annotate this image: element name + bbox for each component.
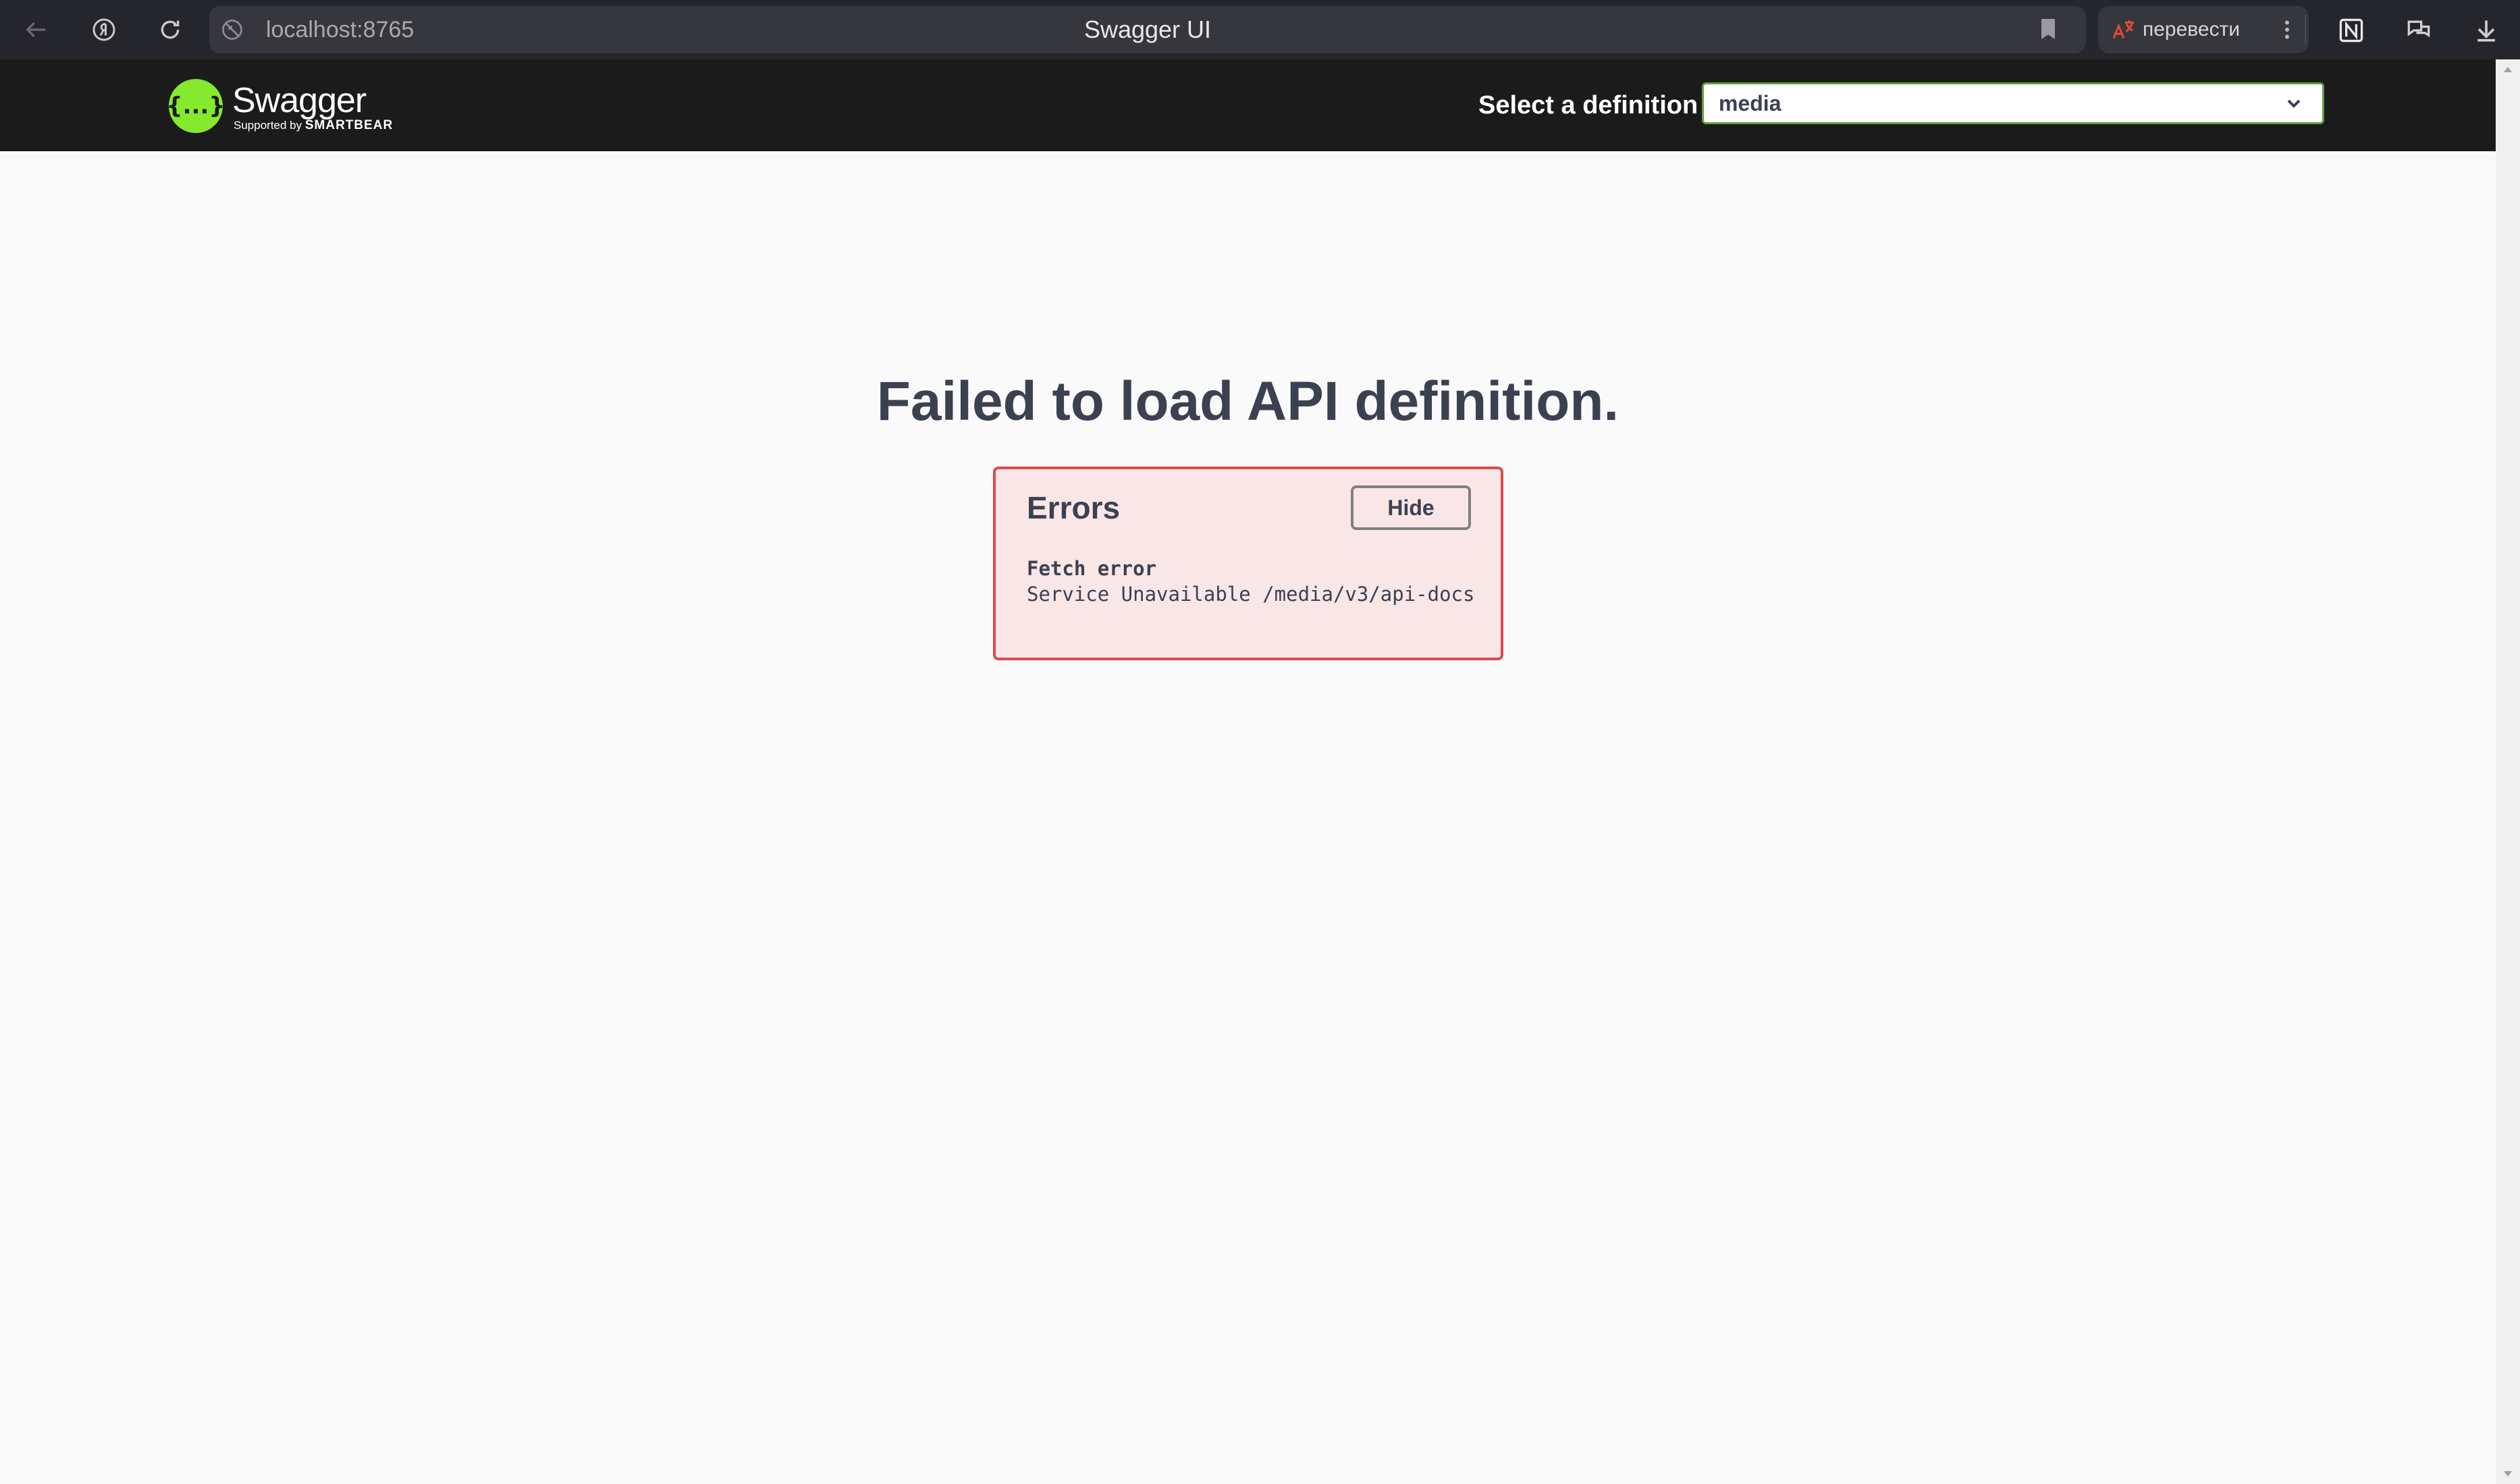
swagger-logo[interactable]: {...} Swagger Supported by SMARTBEAR [166, 76, 394, 136]
load-failure-title: Failed to load API definition. [876, 371, 1619, 432]
error-item-title: Fetch error [1027, 557, 1157, 580]
page-scrollbar[interactable] [2496, 59, 2520, 1484]
notion-icon[interactable] [2333, 12, 2369, 49]
swagger-logo-text: Swagger Supported by SMARTBEAR [232, 79, 394, 133]
translate-icon [2112, 20, 2134, 39]
swagger-topbar: {...} Swagger Supported by SMARTBEAR Sel… [0, 59, 2496, 151]
translate-label: перевести [2143, 18, 2241, 41]
browser-toolbar: localhost:8765 Swagger UI перевести [0, 0, 2520, 59]
error-item-message: Service Unavailable /media/v3/api-docs [1027, 583, 1475, 606]
scroll-down-arrow-icon[interactable] [2501, 1466, 2515, 1480]
toolbar-divider [2305, 15, 2306, 45]
swagger-logo-icon: {...} [166, 79, 225, 133]
errors-panel: Errors Hide Fetch error Service Unavaila… [993, 467, 1503, 660]
logo-tagline: Supported by SMARTBEAR [234, 118, 393, 133]
download-icon[interactable] [2468, 12, 2504, 49]
logo-tagline-prefix: Supported by [234, 119, 305, 132]
definition-select-value[interactable]: media [1719, 84, 1781, 122]
reload-icon[interactable] [150, 9, 190, 50]
definition-select[interactable]: media [1702, 82, 2324, 124]
address-bar[interactable]: localhost:8765 Swagger UI [209, 6, 2086, 53]
translate-button[interactable]: перевести [2098, 6, 2309, 53]
scroll-up-arrow-icon[interactable] [2501, 63, 2515, 77]
definition-label: Select a definition [1478, 91, 1698, 120]
chevron-down-icon[interactable] [2283, 92, 2305, 114]
more-menu-icon[interactable] [2275, 16, 2299, 43]
back-arrow-icon[interactable] [16, 9, 57, 50]
page-tab-title: Swagger UI [1083, 16, 1212, 43]
errors-heading: Errors [1027, 490, 1121, 525]
bookmark-icon[interactable] [2035, 16, 2062, 43]
logo-tagline-brand: SMARTBEAR [304, 118, 394, 132]
yandex-icon[interactable] [84, 9, 124, 50]
hide-errors-button[interactable]: Hide [1351, 485, 1471, 530]
chat-extension-icon[interactable] [2401, 12, 2437, 49]
logo-name: Swagger [232, 81, 367, 120]
